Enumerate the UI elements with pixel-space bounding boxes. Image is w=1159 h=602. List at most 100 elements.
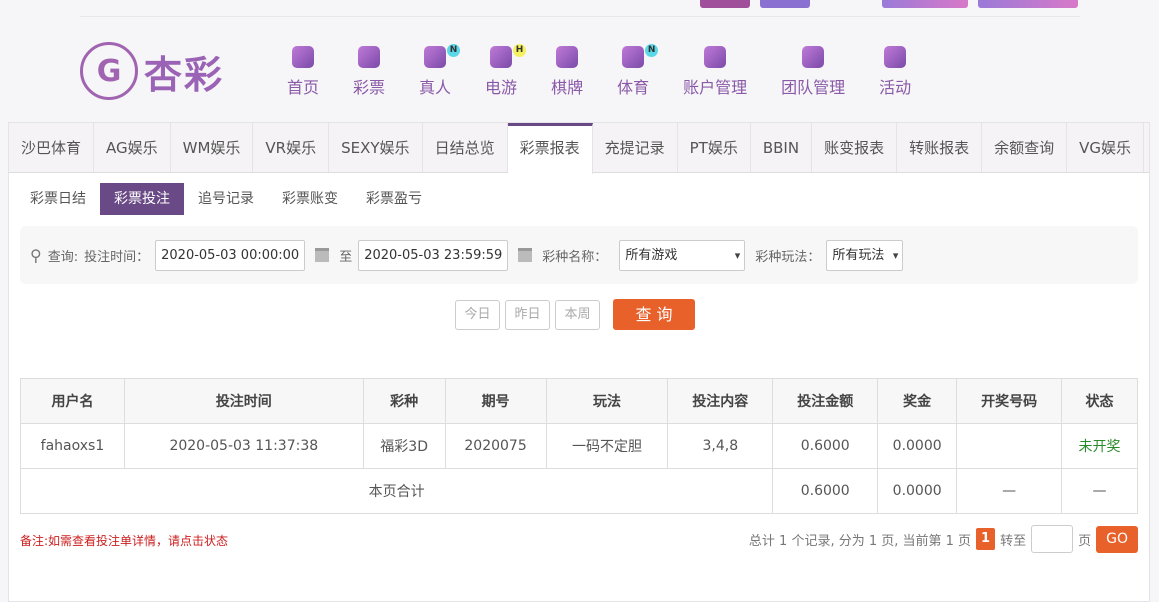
ticket-icon — [358, 46, 381, 68]
yesterday-button[interactable]: 昨日 — [505, 299, 550, 330]
subtab[interactable]: 彩票投注 — [100, 183, 184, 215]
report-tabs: 沙巴体育 AG娱乐 WM娱乐 VR娱乐 SEXY娱乐 日结总览 彩票报表 充提记录 PT娱乐 BB… — [9, 123, 1149, 174]
nav-item[interactable]: 账户管理 — [666, 46, 764, 98]
nav-label: 体育 — [617, 78, 650, 97]
tab[interactable]: 沙巴体育 — [9, 123, 95, 172]
badge: H — [513, 44, 527, 57]
badge: N — [447, 44, 461, 57]
nav-item[interactable]: 体育 N — [600, 44, 666, 98]
end-time-input[interactable]: 2020-05-03 23:59:59 — [358, 239, 509, 271]
filter-bar: ⚲ 查询: 投注时间： 2020-05-03 00:00:00 至 2020-0… — [20, 226, 1138, 284]
pagination: 总计 1 个记录, 分为 1 页, 当前第 1 页 1 转至 页 GO — [749, 525, 1138, 553]
cards-icon — [556, 46, 579, 68]
yen-icon — [704, 46, 727, 68]
tab[interactable]: AG娱乐 — [94, 123, 171, 172]
nav-label: 账户管理 — [683, 78, 748, 97]
main-nav: 首页 彩票 真人 N 电游 H 棋牌 体育 N 账户管理 团队管理 活动 — [270, 44, 928, 98]
calendar-icon[interactable] — [518, 248, 533, 262]
badge: N — [645, 44, 659, 57]
total-status: — — [1061, 468, 1138, 514]
subtab[interactable]: 追号记录 — [184, 183, 268, 215]
tab[interactable]: 转账报表 — [897, 123, 983, 172]
start-time-input[interactable]: 2020-05-03 00:00:00 — [155, 239, 306, 271]
total-amount: 0.6000 — [772, 468, 879, 514]
logo-text: 杏彩 — [144, 52, 225, 97]
nav-label: 棋牌 — [551, 78, 584, 97]
column-header: 开奖号码 — [956, 378, 1063, 424]
tab[interactable]: 日结总览 — [423, 123, 508, 172]
nav-item[interactable]: 活动 — [862, 46, 928, 98]
tab[interactable]: PT娱乐 — [678, 123, 751, 172]
top-button[interactable] — [978, 0, 1078, 8]
logo[interactable]: G 杏彩 — [80, 42, 224, 100]
go-button[interactable]: GO — [1096, 525, 1138, 553]
column-header: 期号 — [444, 378, 547, 424]
tab[interactable]: 账变报表 — [812, 123, 898, 172]
column-header: 用户名 — [20, 378, 125, 424]
table-cell: 3,4,8 — [667, 423, 774, 469]
nav-label: 活动 — [879, 78, 912, 97]
to-label: 至 — [339, 249, 353, 265]
column-header: 投注内容 — [667, 378, 774, 424]
top-button[interactable] — [700, 0, 750, 8]
tab[interactable]: 彩票报表 — [507, 123, 593, 174]
top-button[interactable] — [882, 0, 968, 8]
nav-label: 真人 — [419, 78, 452, 97]
calendar-icon[interactable] — [315, 248, 330, 262]
logo-icon: G — [80, 42, 138, 100]
nav-item[interactable]: 真人 N — [402, 44, 468, 98]
quick-buttons: 今日 昨日 本周 查 询 — [455, 299, 695, 330]
gift-icon — [884, 46, 907, 68]
column-header: 状态 — [1061, 378, 1138, 424]
report-panel: 沙巴体育 AG娱乐 WM娱乐 VR娱乐 SEXY娱乐 日结总览 彩票报表 充提记录 PT娱乐 BB… — [8, 122, 1150, 602]
subtab[interactable]: 彩票盈亏 — [352, 183, 436, 215]
game-label: 彩种名称： — [542, 249, 608, 265]
table-cell: 0.0000 — [877, 423, 958, 469]
nav-item[interactable]: 团队管理 — [764, 46, 862, 98]
bets-table: 用户名 投注时间 彩种 期号 玩法 投注内容 投注金额 奖金 开奖号码 状态 fahaoxs1 20… — [19, 378, 1138, 514]
total-label: 本页合计 — [19, 468, 774, 514]
tab[interactable]: WM娱乐 — [171, 123, 254, 172]
nav-item[interactable]: 电游 H — [468, 44, 534, 98]
search-button[interactable]: 查 询 — [613, 299, 695, 330]
page-input[interactable] — [1031, 525, 1074, 553]
column-header: 投注金额 — [772, 378, 879, 424]
tab[interactable]: 余额查询 — [982, 123, 1068, 172]
total-code: — — [956, 468, 1063, 514]
column-header: 彩种 — [362, 378, 446, 424]
nav-item[interactable]: 棋牌 — [534, 46, 600, 98]
table-cell — [956, 423, 1063, 469]
tab[interactable]: SEXY娱乐 — [329, 123, 423, 172]
tab[interactable]: BBIN — [751, 123, 813, 172]
current-page[interactable]: 1 — [976, 528, 996, 550]
nav-item[interactable]: 首页 — [270, 46, 336, 98]
table-cell: 一码不定胆 — [545, 423, 669, 469]
page-label: 页 — [1078, 533, 1092, 549]
nav-label: 首页 — [287, 78, 320, 97]
game-select[interactable]: 所有游戏 — [619, 239, 746, 271]
home-icon — [292, 46, 314, 68]
time-label: 投注时间： — [84, 249, 150, 265]
search-icon: ⚲ — [30, 245, 42, 265]
subtab[interactable]: 彩票日结 — [16, 183, 100, 215]
subtab[interactable]: 彩票账变 — [268, 183, 352, 215]
table-cell: 2020075 — [444, 423, 547, 469]
query-label: 查询: — [47, 249, 79, 265]
nav-item[interactable]: 彩票 — [336, 46, 402, 98]
column-header: 奖金 — [877, 378, 958, 424]
table-cell: 0.6000 — [772, 423, 879, 469]
status-link[interactable]: 未开奖 — [1061, 423, 1138, 469]
play-select[interactable]: 所有玩法 — [826, 239, 904, 271]
today-button[interactable]: 今日 — [455, 299, 500, 330]
pager-summary: 总计 1 个记录, 分为 1 页, 当前第 1 页 — [748, 533, 972, 549]
tab[interactable]: VR娱乐 — [253, 123, 330, 172]
tab[interactable]: 充提记录 — [593, 123, 678, 172]
this-week-button[interactable]: 本周 — [555, 299, 600, 330]
total-row: 本页合计 0.6000 0.0000— — — [19, 468, 1138, 514]
live-dealer-icon — [424, 46, 447, 68]
tab[interactable]: VG娱乐 — [1067, 123, 1144, 172]
lottery-subtabs: 彩票日结 彩票投注 追号记录 彩票账变 彩票盈亏 — [16, 183, 436, 215]
gamepad-icon — [490, 46, 513, 68]
top-button[interactable] — [760, 0, 810, 8]
table-cell: 福彩3D — [362, 423, 446, 469]
